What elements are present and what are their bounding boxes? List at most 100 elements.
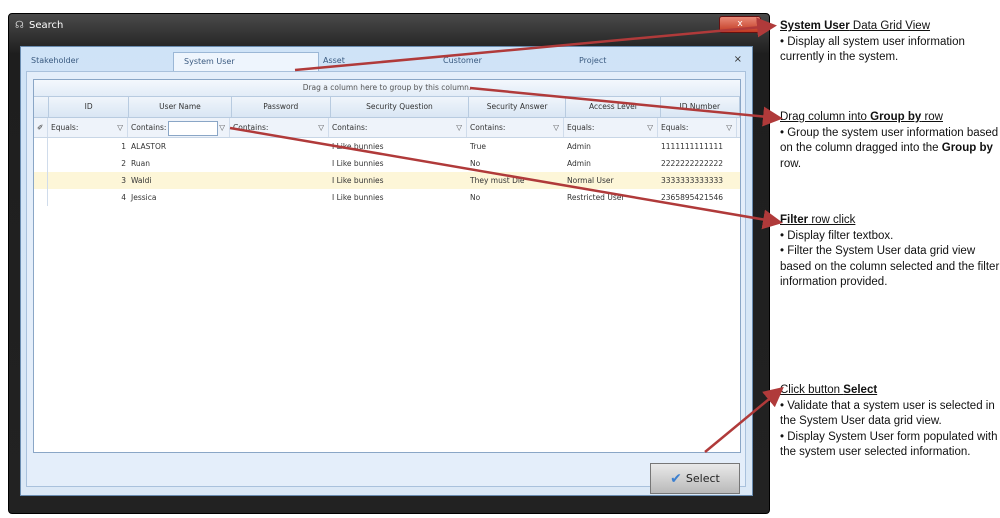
- filter-operator[interactable]: Equals:: [51, 123, 78, 132]
- annotation-filter: Filter row click • Display filter textbo…: [780, 213, 1000, 291]
- checkmark-icon: ✔: [670, 470, 682, 487]
- filter-icon[interactable]: ▽: [726, 118, 732, 137]
- ann-title-bold: System User: [780, 20, 850, 32]
- grid-cell: Waldi: [131, 176, 152, 185]
- grid-cell: Ruan: [131, 159, 150, 168]
- filter-icon[interactable]: ▽: [117, 118, 123, 137]
- filter-icon[interactable]: ▽: [553, 118, 559, 137]
- annotation-group-by: Drag column into Group by row • Group th…: [780, 110, 1000, 172]
- filter-cell[interactable]: Equals: ▽: [658, 118, 737, 137]
- column-header[interactable]: Security Question: [331, 97, 469, 117]
- cell-id: 1: [121, 142, 126, 151]
- grid-cell: Normal User: [567, 176, 614, 185]
- filter-cell[interactable]: Equals: ▽: [48, 118, 128, 137]
- annotation-grid-view: System User Data Grid View • Display all…: [780, 19, 1000, 66]
- ann-title-rest: row: [921, 111, 943, 123]
- grid-cell: 2222222222222: [661, 159, 724, 168]
- filter-operator[interactable]: Contains:: [332, 123, 367, 132]
- window-close-button[interactable]: x: [719, 16, 761, 33]
- grid-cell: [230, 189, 329, 206]
- column-header[interactable]: Security Answer: [469, 97, 567, 117]
- column-header[interactable]: Password: [232, 97, 331, 117]
- filter-operator[interactable]: Contains:: [131, 123, 166, 132]
- filter-icon[interactable]: ▽: [219, 118, 225, 137]
- filter-icon[interactable]: ▽: [456, 118, 462, 137]
- filter-operator[interactable]: Equals:: [661, 123, 688, 132]
- ann-title-bold: Group by: [870, 111, 922, 123]
- filter-cell[interactable]: Contains: ▽: [128, 118, 230, 137]
- ann-title-bold: Filter: [780, 214, 809, 226]
- header-row: ID User Name Password Security Question Secu…: [34, 97, 741, 118]
- filter-operator[interactable]: Contains:: [233, 123, 268, 132]
- filter-textbox[interactable]: [168, 121, 219, 136]
- ann-title: Data Grid View: [849, 20, 931, 32]
- annotation-select: Click button Select • Validate that a sy…: [780, 383, 1000, 461]
- grid-cell: [230, 172, 329, 189]
- filter-operator[interactable]: Contains:: [470, 123, 505, 132]
- grid-cell: Admin: [567, 142, 591, 151]
- select-label: Select: [685, 472, 720, 485]
- tab-close-icon[interactable]: ×: [734, 54, 742, 65]
- table-row[interactable]: 4 Jessica I Like bunnies No Restricted User 2…: [34, 189, 740, 206]
- grid-cell: I Like bunnies: [332, 176, 384, 185]
- search-window: ☊ Search x Stakeholder System User Asset…: [8, 13, 770, 514]
- grid-cell: They must Die: [470, 176, 525, 185]
- row-indicator: [34, 155, 48, 172]
- grid-cell: No: [470, 159, 481, 168]
- tab-system-user[interactable]: System User: [173, 52, 319, 71]
- ann-line: • Validate that a system user is selecte…: [780, 399, 995, 428]
- grid-cell: Jessica: [131, 193, 157, 202]
- ann-line-post: row.: [780, 157, 802, 170]
- filter-cell[interactable]: Contains: ▽: [467, 118, 564, 137]
- indicator-header: [34, 97, 49, 117]
- cell-id: 4: [121, 193, 126, 202]
- grid-cell: I Like bunnies: [332, 193, 384, 202]
- filter-operator[interactable]: Equals:: [567, 123, 594, 132]
- grid-cell: No: [470, 193, 481, 202]
- tab-asset[interactable]: Asset: [313, 52, 423, 70]
- group-by-row[interactable]: Drag a column here to group by this colu…: [34, 80, 740, 97]
- grid-cell: True: [470, 142, 486, 151]
- column-header[interactable]: ID: [49, 97, 130, 117]
- ann-title: Click button: [780, 384, 844, 396]
- ann-title: Drag column into: [780, 111, 871, 123]
- ann-line: • Display System User form populated wit…: [780, 430, 998, 459]
- row-indicator: [34, 172, 48, 189]
- ann-line-bold: Group by: [941, 142, 993, 154]
- filter-cell[interactable]: Equals: ▽: [564, 118, 658, 137]
- grid-cell: ALASTOR: [131, 142, 167, 151]
- table-row[interactable]: 3 Waldi I Like bunnies They must Die Normal …: [34, 172, 740, 189]
- grid-cell: I Like bunnies: [332, 159, 384, 168]
- grid-cell: 2365895421546: [661, 193, 724, 202]
- column-header[interactable]: ID Number: [661, 97, 741, 117]
- column-header[interactable]: Access Level: [566, 97, 661, 117]
- row-indicator: [34, 189, 48, 206]
- ann-title: row click: [808, 214, 856, 226]
- table-row[interactable]: 1 ALASTOR I Like bunnies True Admin 111111111…: [34, 138, 740, 155]
- grid-cell: 1111111111111: [661, 142, 724, 151]
- grid-cell: Restricted User: [567, 193, 625, 202]
- grid-cell: Admin: [567, 159, 591, 168]
- row-indicator: [34, 138, 48, 155]
- filter-cell[interactable]: Contains: ▽: [329, 118, 467, 137]
- table-row[interactable]: 2 Ruan I Like bunnies No Admin 2222222222222: [34, 155, 740, 172]
- column-header[interactable]: User Name: [129, 97, 232, 117]
- tab-panel: Drag a column here to group by this colu…: [26, 71, 746, 494]
- filter-row: ✐ Equals: ▽ Contains: ▽ Contains: ▽ Contains: ▽ C…: [34, 118, 740, 138]
- edit-icon: ✐: [34, 118, 48, 137]
- grid-cell: 3333333333333: [661, 176, 724, 185]
- select-button[interactable]: ✔ Select: [650, 463, 740, 494]
- filter-icon[interactable]: ▽: [318, 118, 324, 137]
- tab-customer[interactable]: Customer: [433, 52, 543, 70]
- window-title: Search: [29, 20, 64, 31]
- tab-project[interactable]: Project: [569, 52, 679, 70]
- ann-line: • Display all system user information cu…: [780, 35, 965, 64]
- cell-id: 3: [121, 176, 126, 185]
- grid-cell: [230, 155, 329, 172]
- cell-id: 2: [121, 159, 126, 168]
- filter-icon[interactable]: ▽: [647, 118, 653, 137]
- filter-cell[interactable]: Contains: ▽: [230, 118, 329, 137]
- grid-cell: I Like bunnies: [332, 142, 384, 151]
- ann-title-bold: Select: [843, 384, 878, 396]
- tab-stakeholder[interactable]: Stakeholder: [21, 52, 161, 70]
